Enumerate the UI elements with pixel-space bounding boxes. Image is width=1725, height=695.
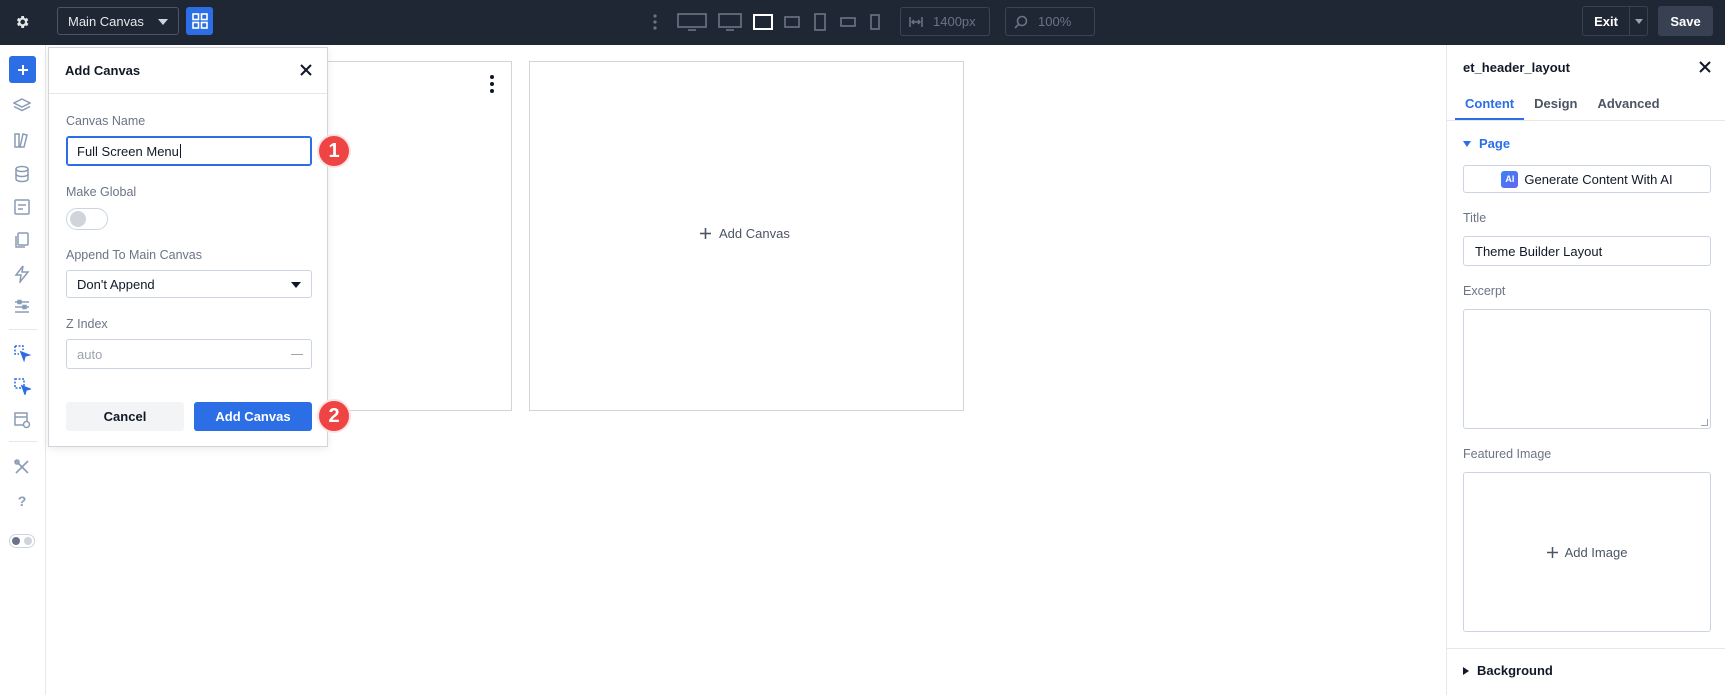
theme-toggle-icon[interactable]: [9, 530, 35, 552]
device-preview-group: [648, 10, 888, 34]
step-badge-1: 1: [317, 134, 351, 168]
tab-advanced[interactable]: Advanced: [1587, 89, 1669, 117]
title-value: Theme Builder Layout: [1475, 243, 1603, 259]
settings-tabs: Content Design Advanced: [1455, 89, 1670, 121]
canvas-grid-button[interactable]: [186, 7, 213, 35]
z-index-placeholder: auto: [77, 346, 103, 362]
canvas-width-value: 1400px: [933, 14, 976, 29]
exit-button[interactable]: Exit: [1582, 6, 1648, 36]
divider: [9, 441, 37, 442]
title-label: Title: [1463, 211, 1487, 225]
plus-icon: [700, 228, 711, 239]
search-icon: [1014, 15, 1028, 29]
canvas-select[interactable]: Main Canvas: [57, 7, 179, 35]
left-toolbar: ?: [0, 45, 46, 695]
make-global-toggle[interactable]: [66, 208, 108, 230]
width-arrows-icon: [909, 16, 923, 27]
canvas-select-value: Main Canvas: [68, 13, 144, 29]
z-index-label: Z Index: [66, 317, 108, 331]
resize-handle-icon[interactable]: [1701, 419, 1708, 426]
add-image-dropzone[interactable]: Add Image: [1463, 472, 1711, 632]
append-select[interactable]: Don't Append: [66, 270, 312, 298]
settings-gear-icon[interactable]: [11, 11, 33, 33]
library-icon[interactable]: [11, 129, 33, 151]
help-icon[interactable]: ?: [11, 490, 33, 512]
settings-panel-title: et_header_layout: [1463, 60, 1570, 75]
top-toolbar: Main Canvas 1400px 100% Exit Save: [0, 0, 1725, 45]
lightning-icon[interactable]: [11, 263, 33, 285]
canvas-options-icon[interactable]: [489, 75, 495, 93]
more-vertical-icon[interactable]: [648, 14, 662, 30]
close-icon[interactable]: [298, 62, 314, 78]
triangle-down-icon: [1463, 140, 1471, 147]
phone-portrait-icon[interactable]: [862, 14, 888, 30]
canvas-name-input[interactable]: Full Screen Menu: [66, 136, 312, 166]
panel-title: Add Canvas: [49, 48, 327, 94]
plus-icon: [17, 64, 28, 75]
generate-ai-button[interactable]: AI Generate Content With AI: [1463, 165, 1711, 193]
chevron-down-icon: [158, 19, 168, 25]
title-input[interactable]: Theme Builder Layout: [1463, 236, 1711, 266]
main-canvas-card[interactable]: [300, 61, 512, 411]
grid-icon: [191, 13, 208, 29]
add-canvas-label: Add Canvas: [719, 226, 790, 241]
layers-icon[interactable]: [11, 95, 33, 117]
phone-landscape-icon[interactable]: [834, 16, 862, 28]
canvas-width-input[interactable]: 1400px: [900, 7, 990, 36]
multi-select-icon[interactable]: [11, 375, 33, 397]
tab-content[interactable]: Content: [1455, 89, 1525, 120]
excerpt-textarea[interactable]: [1463, 309, 1711, 429]
add-canvas-panel: Add Canvas Canvas Name Full Screen Menu …: [48, 47, 328, 447]
add-element-button[interactable]: [9, 56, 36, 83]
excerpt-label: Excerpt: [1463, 284, 1506, 298]
tab-design[interactable]: Design: [1524, 89, 1587, 117]
zoom-input[interactable]: 100%: [1005, 7, 1095, 36]
template-settings-icon[interactable]: [11, 409, 33, 431]
background-section-label: Background: [1477, 663, 1553, 678]
make-global-label: Make Global: [66, 185, 137, 199]
canvas-name-label: Canvas Name: [66, 114, 146, 128]
background-section-toggle[interactable]: Background: [1463, 663, 1553, 678]
desktop-icon[interactable]: [712, 13, 748, 31]
step-badge-2: 2: [317, 399, 351, 433]
database-icon[interactable]: [11, 163, 33, 185]
sliders-icon[interactable]: [11, 296, 33, 318]
canvas-name-value: Full Screen Menu: [77, 143, 179, 159]
append-label: Append To Main Canvas: [66, 248, 202, 262]
tablet-landscape-icon[interactable]: [778, 15, 806, 29]
laptop-icon-active[interactable]: [748, 13, 778, 31]
page-section-label: Page: [1479, 136, 1511, 151]
divider: [9, 329, 37, 330]
page-section-toggle[interactable]: Page: [1463, 136, 1510, 151]
settings-panel: et_header_layout Content Design Advanced…: [1446, 45, 1725, 695]
zoom-value: 100%: [1038, 14, 1072, 29]
tools-icon[interactable]: [11, 456, 33, 478]
plus-icon: [1546, 546, 1558, 558]
save-button[interactable]: Save: [1658, 6, 1713, 36]
add-canvas-button[interactable]: Add Canvas: [194, 402, 312, 431]
click-select-icon[interactable]: [11, 342, 33, 364]
add-image-label: Add Image: [1564, 544, 1628, 560]
tablet-portrait-icon[interactable]: [806, 13, 834, 31]
z-index-input[interactable]: auto: [66, 339, 312, 369]
generate-ai-label: Generate Content With AI: [1524, 171, 1673, 187]
pages-icon[interactable]: [11, 229, 33, 251]
triangle-right-icon: [1463, 666, 1469, 675]
chevron-down-icon: [291, 282, 301, 288]
cancel-button[interactable]: Cancel: [66, 402, 184, 431]
exit-dropdown-icon[interactable]: [1630, 18, 1647, 24]
add-canvas-placeholder[interactable]: Add Canvas: [700, 226, 790, 241]
ai-icon: AI: [1501, 170, 1519, 188]
featured-image-label: Featured Image: [1463, 447, 1552, 461]
exit-label: Exit: [1594, 13, 1618, 29]
desktop-wide-icon[interactable]: [672, 13, 712, 31]
close-icon[interactable]: [1697, 59, 1713, 75]
form-icon[interactable]: [11, 196, 33, 218]
append-value: Don't Append: [77, 276, 155, 292]
reset-dash-icon[interactable]: [291, 354, 303, 355]
